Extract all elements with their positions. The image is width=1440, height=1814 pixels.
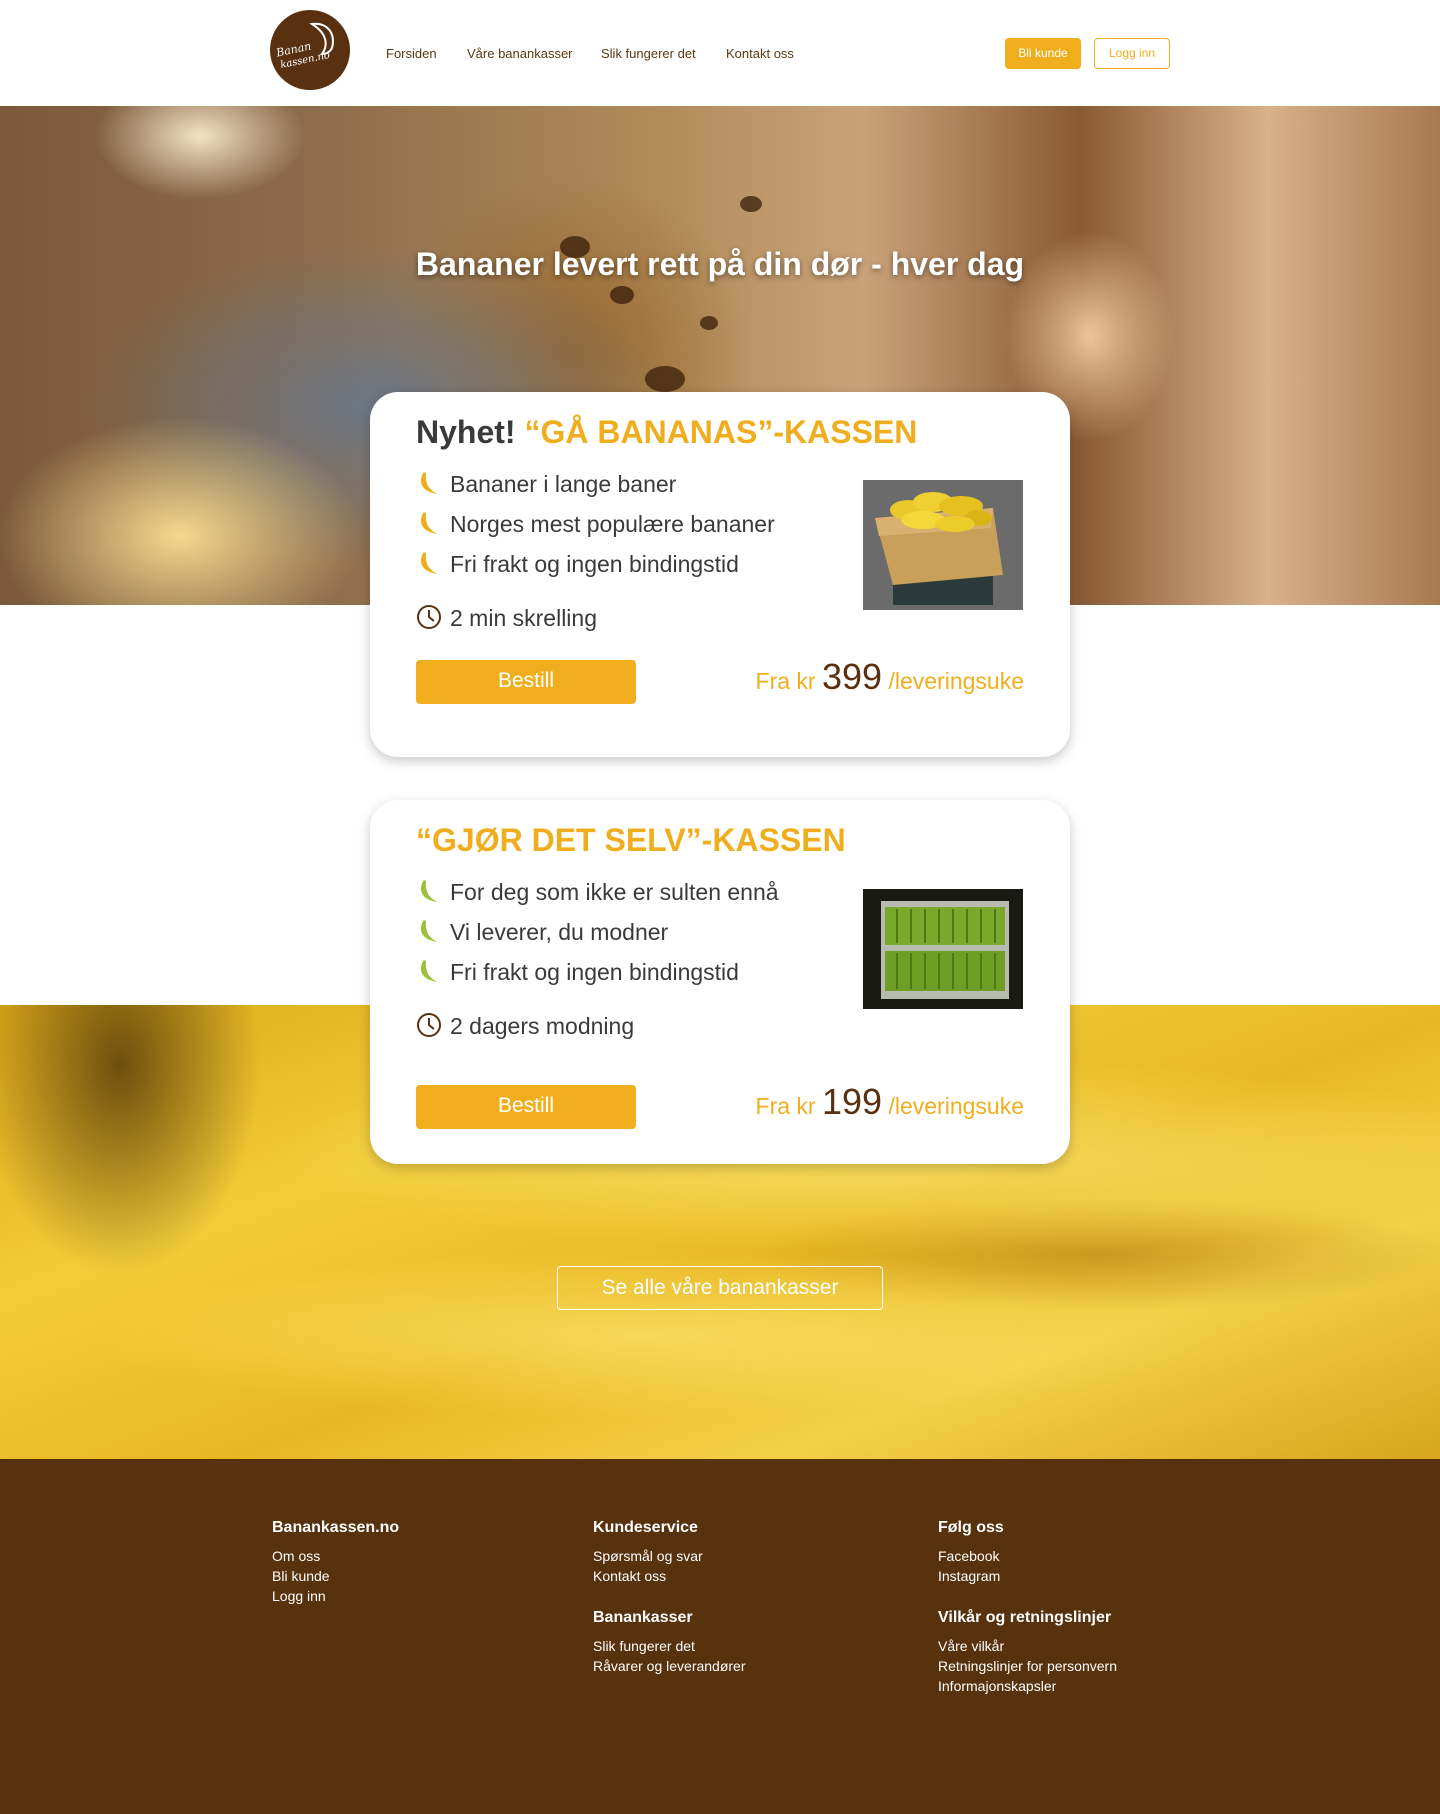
hero-title: Bananer levert rett på din dør - hver da…	[415, 246, 1025, 282]
footer-link-facebook[interactable]: Facebook	[938, 1546, 1004, 1566]
footer-link-ravarer[interactable]: Råvarer og leverandører	[593, 1656, 746, 1676]
feature-item: Vi leverer, du modner	[416, 918, 668, 946]
nav-kontakt-oss[interactable]: Kontakt oss	[726, 46, 794, 61]
green-banana-box-image	[863, 889, 1023, 1009]
site-footer: Banankassen.no Om oss Bli kunde Logg inn…	[0, 1459, 1440, 1814]
feature-text: Vi leverer, du modner	[450, 919, 669, 945]
footer-link-faq[interactable]: Spørsmål og svar	[593, 1546, 703, 1566]
footer-heading: Kundeservice	[593, 1519, 698, 1536]
footer-link-kontakt-oss[interactable]: Kontakt oss	[593, 1566, 703, 1586]
banana-icon	[420, 512, 438, 534]
product-card-ga-bananas: Nyhet! “GÅ BANANAS”-KASSEN Bananer i lan…	[370, 392, 1070, 757]
hero-image-spot	[740, 196, 762, 212]
clock-icon	[417, 1013, 441, 1037]
banana-icon	[420, 920, 438, 942]
footer-link-instagram[interactable]: Instagram	[938, 1566, 1004, 1586]
time-info: 2 dagers modning	[416, 1012, 634, 1040]
feature-item: Fri frakt og ingen bindingstid	[416, 958, 739, 986]
card-title: Nyhet! “GÅ BANANAS”-KASSEN	[416, 414, 917, 451]
card-title-name: “GJØR DET SELV”-KASSEN	[416, 822, 846, 858]
card-title-lead: Nyhet!	[416, 414, 516, 450]
hero-image-spot	[610, 286, 634, 304]
footer-heading: Vilkår og retningslinjer	[938, 1609, 1112, 1626]
price-amount: 399	[822, 656, 883, 697]
feature-item: Norges mest populære bananer	[416, 510, 775, 538]
footer-heading: Banankasser	[593, 1609, 693, 1626]
footer-link-vare-vilkar[interactable]: Våre vilkår	[938, 1636, 1117, 1656]
banankassen-logo[interactable]: Banan kassen.no	[270, 10, 350, 90]
product-card-gjor-det-selv: “GJØR DET SELV”-KASSEN For deg som ikke …	[370, 800, 1070, 1164]
feature-text: Fri frakt og ingen bindingstid	[450, 551, 739, 577]
time-text: 2 dagers modning	[450, 1013, 635, 1039]
footer-col-vilkar: Vilkår og retningslinjer Våre vilkår Ret…	[938, 1608, 1117, 1696]
footer-link-logg-inn[interactable]: Logg inn	[272, 1586, 399, 1606]
feature-text: Fri frakt og ingen bindingstid	[450, 959, 739, 985]
footer-link-informasjonskapsler[interactable]: Informajonskapsler	[938, 1676, 1117, 1696]
banana-icon	[420, 552, 438, 574]
footer-link-personvern[interactable]: Retningslinjer for personvern	[938, 1656, 1117, 1676]
card-title-name: “GÅ BANANAS”-KASSEN	[524, 414, 918, 450]
footer-col-folg-oss: Følg oss Facebook Instagram	[938, 1518, 1004, 1586]
card-title: “GJØR DET SELV”-KASSEN	[416, 822, 846, 859]
time-info: 2 min skrelling	[416, 604, 597, 632]
banana-icon	[420, 880, 438, 902]
footer-heading: Følg oss	[938, 1519, 1004, 1536]
feature-text: Bananer i lange baner	[450, 471, 677, 497]
hero-image-spot	[700, 316, 718, 330]
price-prefix: Fra kr	[755, 1093, 816, 1119]
feature-text: For deg som ikke er sulten ennå	[450, 879, 779, 905]
footer-col-banankasser: Banankasser Slik fungerer det Råvarer og…	[593, 1608, 746, 1676]
nav-slik-fungerer-det[interactable]: Slik fungerer det	[601, 46, 696, 61]
hero-image-spot	[645, 366, 685, 392]
feature-text: Norges mest populære bananer	[450, 511, 775, 537]
price-amount: 199	[822, 1081, 883, 1122]
login-button[interactable]: Logg inn	[1094, 38, 1170, 69]
footer-col-banankassen: Banankassen.no Om oss Bli kunde Logg inn	[272, 1518, 399, 1606]
feature-item: Bananer i lange baner	[416, 470, 676, 498]
footer-col-kundeservice: Kundeservice Spørsmål og svar Kontakt os…	[593, 1518, 703, 1586]
time-text: 2 min skrelling	[450, 605, 597, 631]
footer-link-bli-kunde[interactable]: Bli kunde	[272, 1566, 399, 1586]
clock-icon	[417, 605, 441, 629]
footer-link-slik-fungerer-det[interactable]: Slik fungerer det	[593, 1636, 746, 1656]
price-suffix: /leveringsuke	[888, 668, 1024, 694]
footer-heading: Banankassen.no	[272, 1519, 400, 1536]
see-all-boxes-button[interactable]: Se alle våre banankasser	[557, 1266, 883, 1310]
feature-item: For deg som ikke er sulten ennå	[416, 878, 779, 906]
order-button[interactable]: Bestill	[416, 660, 636, 704]
order-button[interactable]: Bestill	[416, 1085, 636, 1129]
footer-link-om-oss[interactable]: Om oss	[272, 1546, 399, 1566]
banana-box-image	[863, 480, 1023, 610]
banana-icon	[420, 960, 438, 982]
nav-forsiden[interactable]: Forsiden	[386, 46, 437, 61]
feature-item: Fri frakt og ingen bindingstid	[416, 550, 739, 578]
price-suffix: /leveringsuke	[888, 1093, 1024, 1119]
nav-vare-banankasser[interactable]: Våre banankasser	[467, 46, 573, 61]
price-display: Fra kr 199 /leveringsuke	[756, 1081, 1024, 1123]
signup-button[interactable]: Bli kunde	[1005, 38, 1081, 69]
price-prefix: Fra kr	[755, 668, 816, 694]
price-display: Fra kr 399 /leveringsuke	[756, 656, 1024, 698]
banana-icon	[420, 472, 438, 494]
site-header: Banan kassen.no Forsiden Våre banankasse…	[0, 0, 1440, 106]
